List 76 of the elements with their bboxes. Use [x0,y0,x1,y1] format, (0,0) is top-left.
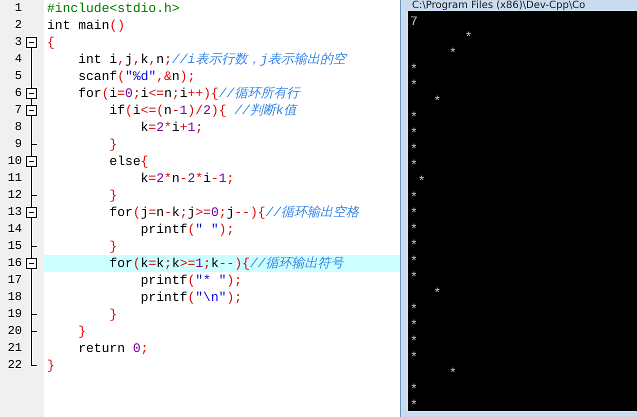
line-number: 3 [14,34,22,51]
line-number: 15 [6,238,22,255]
console-text: * [432,94,442,109]
code-line: k=2*i+1; [140,119,204,136]
code-line: printf("* "); [140,272,244,289]
fold-toggle-icon[interactable] [26,258,37,269]
line-number: 13 [6,204,22,221]
code-line: int main() [46,17,126,34]
console-text: * [410,238,418,253]
line-number: 9 [14,136,22,153]
code-line: } [77,323,88,340]
code-line: } [46,357,56,374]
console-text: * [410,254,418,269]
code-editor[interactable] [0,0,400,417]
console-text: * [410,334,418,349]
code-line: if(i<=(n-1)/2){ //判断k值 [108,102,299,119]
line-number: 11 [6,170,22,187]
line-number: 2 [14,17,22,34]
console-text: * [410,126,418,141]
console-text: * [410,398,418,411]
console-text: * [410,78,418,93]
fold-toggle-icon[interactable] [26,37,37,48]
fold-toggle-icon[interactable] [26,88,37,99]
code-line: return 0; [77,340,150,357]
line-number: 18 [6,289,22,306]
line-number: 1 [14,0,22,17]
console-text: * [448,46,457,61]
line-number: 20 [6,323,22,340]
line-number: 10 [6,153,22,170]
console-text: * [410,222,418,237]
line-number: 6 [14,85,22,102]
code-line: { [46,34,56,51]
code-line: } [108,187,118,204]
line-number: 21 [6,340,22,357]
code-line: printf(" "); [140,221,236,238]
window-title: C:\Program Files (x86)\Dev-Cpp\Co [411,0,586,11]
fold-toggle-icon[interactable] [26,105,37,116]
console-text: * [410,110,418,125]
console-text: * [410,142,418,157]
console-text: * [410,190,418,205]
console-text: * [410,350,418,365]
code-line: int i,j,k,n;//i表示行数，j表示输出的空 [77,51,348,68]
line-number: 19 [6,306,22,323]
console-text: * [410,382,418,397]
console-text: * [410,302,418,317]
fold-toggle-icon[interactable] [26,207,37,218]
code-line: } [108,306,118,323]
line-number: 17 [6,272,22,289]
line-number: 12 [6,187,22,204]
line-number: 7 [14,102,22,119]
line-number: 14 [6,221,22,238]
code-line: scanf("%d",&n); [77,68,196,85]
code-line: k=2*n-2*i-1; [140,170,236,187]
line-number: 4 [14,51,22,68]
console-text: * [410,270,418,285]
code-line: } [108,136,118,153]
code-line: #include<stdio.h> [46,0,181,17]
line-number: 16 [6,255,22,272]
code-line: for(j=n-k;j>=0;j--){//循环输出空格 [108,204,360,221]
console-text: * [410,158,418,173]
line-number: 5 [14,68,22,85]
console-text: * [416,174,426,189]
code-line: else{ [108,153,150,170]
line-number: 8 [14,119,22,136]
code-line: for(i=0;i<=n;i++){//循环所有行 [77,85,302,102]
console-text: * [410,318,418,333]
console-text: * [410,206,418,221]
console-text: 7 [410,14,418,29]
line-number: 22 [6,357,22,374]
code-line: } [108,238,118,255]
fold-toggle-icon[interactable] [26,156,37,167]
code-line: printf("\n"); [140,289,244,306]
console-text: * [432,286,442,301]
console-text: * [410,62,418,77]
console-text: * [464,30,472,45]
console-text: * [448,366,457,381]
